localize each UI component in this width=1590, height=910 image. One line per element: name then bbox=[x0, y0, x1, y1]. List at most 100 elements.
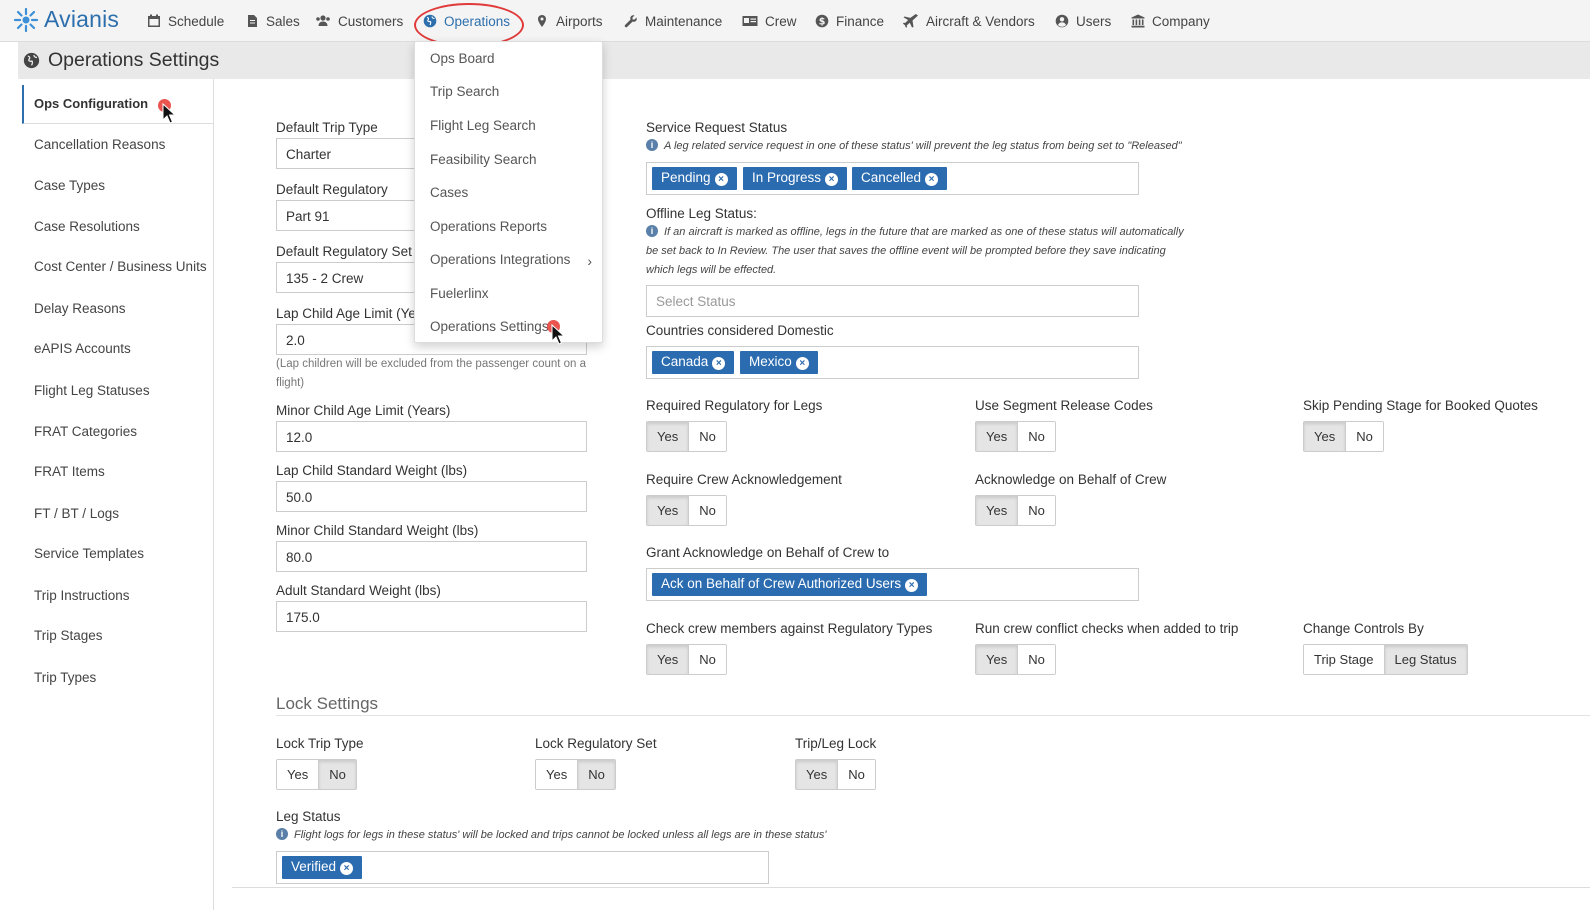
adult-weight-input[interactable]: 175.0 bbox=[276, 601, 587, 632]
remove-tag-icon[interactable]: × bbox=[340, 862, 354, 875]
nav-maintenance[interactable]: Maintenance bbox=[624, 0, 722, 42]
yes-button[interactable]: Yes bbox=[647, 496, 689, 525]
sidebar-item-case-resolutions[interactable]: Case Resolutions bbox=[34, 219, 140, 234]
nav-sales[interactable]: Sales bbox=[245, 0, 300, 42]
change-controls-toggle: Trip Stage Leg Status bbox=[1303, 644, 1468, 675]
sidebar-item-eapis-accounts[interactable]: eAPIS Accounts bbox=[34, 341, 131, 356]
service-request-status-label: Service Request Status bbox=[646, 120, 788, 135]
sidebar-item-frat-items[interactable]: FRAT Items bbox=[34, 464, 105, 479]
sidebar-item-frat-categories[interactable]: FRAT Categories bbox=[34, 424, 137, 439]
minor-child-weight-input[interactable]: 80.0 bbox=[276, 541, 587, 572]
no-button[interactable]: No bbox=[688, 645, 726, 674]
tag-cancelled: Cancelled × bbox=[852, 167, 948, 190]
menu-item-operations-reports[interactable]: Operations Reports bbox=[430, 219, 547, 234]
nav-finance[interactable]: $ Finance bbox=[815, 0, 884, 42]
offline-leg-note-text: If an aircraft is marked as offline, leg… bbox=[646, 226, 1184, 276]
no-button[interactable]: No bbox=[688, 496, 726, 525]
leg-status-label: Leg Status bbox=[276, 809, 341, 824]
service-request-status-select[interactable]: Pending × In Progress × Cancelled × bbox=[646, 162, 1139, 195]
trip-leg-lock-label: Trip/Leg Lock bbox=[795, 736, 877, 751]
offline-leg-status-select[interactable]: Select Status bbox=[646, 285, 1139, 317]
adult-weight-label: Adult Standard Weight (lbs) bbox=[276, 583, 441, 598]
sidebar-item-trip-instructions[interactable]: Trip Instructions bbox=[34, 588, 130, 603]
no-button[interactable]: No bbox=[577, 760, 615, 789]
menu-item-feasibility-search[interactable]: Feasibility Search bbox=[430, 152, 537, 167]
no-button[interactable]: No bbox=[837, 760, 875, 789]
menu-item-operations-settings[interactable]: Operations Settings bbox=[430, 319, 549, 334]
nav-users[interactable]: Users bbox=[1055, 0, 1111, 42]
nav-maintenance-label: Maintenance bbox=[645, 13, 723, 29]
nav-company[interactable]: Company bbox=[1131, 0, 1210, 42]
sidebar-item-trip-stages[interactable]: Trip Stages bbox=[34, 628, 103, 643]
yes-button[interactable]: Yes bbox=[277, 760, 319, 789]
yes-button[interactable]: Yes bbox=[647, 645, 689, 674]
sidebar-item-ops-configuration[interactable]: Ops Configuration bbox=[22, 85, 213, 124]
tag-pending: Pending × bbox=[652, 167, 737, 190]
nav-customers[interactable]: Customers bbox=[315, 0, 403, 42]
no-button[interactable]: No bbox=[1017, 496, 1055, 525]
nav-airports-label: Airports bbox=[556, 13, 603, 29]
menu-item-fuelerlinx[interactable]: Fuelerlinx bbox=[430, 286, 489, 301]
nav-aircraft-vendors[interactable]: Aircraft & Vendors bbox=[903, 0, 1035, 42]
remove-tag-icon[interactable]: × bbox=[795, 357, 809, 370]
sidebar-item-case-types[interactable]: Case Types bbox=[34, 178, 105, 193]
menu-item-operations-integrations[interactable]: Operations Integrations bbox=[430, 252, 570, 267]
grant-ack-select[interactable]: Ack on Behalf of Crew Authorized Users × bbox=[646, 568, 1139, 601]
countries-domestic-label: Countries considered Domestic bbox=[646, 323, 834, 338]
nav-airports[interactable]: Airports bbox=[535, 0, 603, 42]
globe-icon bbox=[23, 52, 40, 69]
sidebar-item-cancellation-reasons[interactable]: Cancellation Reasons bbox=[34, 137, 165, 152]
lap-child-weight-input[interactable]: 50.0 bbox=[276, 481, 587, 512]
remove-tag-icon[interactable]: × bbox=[925, 173, 939, 186]
yes-button[interactable]: Yes bbox=[536, 760, 578, 789]
svg-text:$: $ bbox=[819, 17, 826, 28]
trip-stage-button[interactable]: Trip Stage bbox=[1304, 645, 1384, 674]
yes-button[interactable]: Yes bbox=[796, 760, 838, 789]
info-icon: i bbox=[276, 828, 288, 840]
tag-ack-authorized-users: Ack on Behalf of Crew Authorized Users × bbox=[652, 573, 928, 596]
offline-leg-status-label: Offline Leg Status: bbox=[646, 206, 757, 221]
tag-label: Pending bbox=[661, 170, 711, 185]
remove-tag-icon[interactable]: × bbox=[825, 173, 839, 186]
menu-item-flight-leg-search[interactable]: Flight Leg Search bbox=[430, 118, 536, 133]
skip-pending-label: Skip Pending Stage for Booked Quotes bbox=[1303, 398, 1538, 413]
no-button[interactable]: No bbox=[1017, 422, 1055, 451]
no-button[interactable]: No bbox=[1017, 645, 1055, 674]
minor-child-age-input[interactable]: 12.0 bbox=[276, 421, 587, 452]
no-button[interactable]: No bbox=[688, 422, 726, 451]
yes-button[interactable]: Yes bbox=[647, 422, 689, 451]
mouse-cursor-icon bbox=[551, 324, 565, 345]
no-button[interactable]: No bbox=[1345, 422, 1383, 451]
menu-item-trip-search[interactable]: Trip Search bbox=[430, 84, 499, 99]
service-request-note-text: A leg related service request in one of … bbox=[664, 140, 1182, 152]
users-icon bbox=[316, 15, 330, 26]
sidebar-item-service-templates[interactable]: Service Templates bbox=[34, 546, 144, 561]
no-button[interactable]: No bbox=[318, 760, 356, 789]
sidebar-item-ft-bt-logs[interactable]: FT / BT / Logs bbox=[34, 506, 119, 521]
countries-domestic-select[interactable]: Canada × Mexico × bbox=[646, 346, 1139, 379]
yes-button[interactable]: Yes bbox=[976, 645, 1018, 674]
page-header bbox=[18, 42, 1590, 79]
yes-button[interactable]: Yes bbox=[976, 422, 1018, 451]
sidebar-item-delay-reasons[interactable]: Delay Reasons bbox=[34, 301, 126, 316]
yes-button[interactable]: Yes bbox=[976, 496, 1018, 525]
crew-conflict-toggle: Yes No bbox=[975, 644, 1056, 675]
remove-tag-icon[interactable]: × bbox=[905, 579, 919, 592]
sidebar-item-flight-leg-statuses[interactable]: Flight Leg Statuses bbox=[34, 383, 150, 398]
menu-item-cases[interactable]: Cases bbox=[430, 185, 468, 200]
nav-crew[interactable]: Crew bbox=[742, 0, 797, 42]
sidebar-item-cost-center[interactable]: Cost Center / Business Units bbox=[34, 259, 207, 274]
nav-schedule[interactable]: Schedule bbox=[147, 0, 224, 42]
tag-label: Verified bbox=[291, 859, 337, 874]
remove-tag-icon[interactable]: × bbox=[714, 173, 728, 186]
menu-item-ops-board[interactable]: Ops Board bbox=[430, 51, 495, 66]
minor-child-weight-label: Minor Child Standard Weight (lbs) bbox=[276, 523, 479, 538]
check-crew-label: Check crew members against Regulatory Ty… bbox=[646, 621, 933, 636]
sidebar-item-trip-types[interactable]: Trip Types bbox=[34, 670, 96, 685]
default-regulatory-label: Default Regulatory bbox=[276, 182, 388, 197]
brand-logo[interactable]: Avianis bbox=[13, 6, 119, 33]
leg-status-button[interactable]: Leg Status bbox=[1383, 645, 1467, 674]
leg-status-select[interactable]: Verified × bbox=[276, 851, 769, 884]
yes-button[interactable]: Yes bbox=[1304, 422, 1346, 451]
remove-tag-icon[interactable]: × bbox=[712, 357, 726, 370]
